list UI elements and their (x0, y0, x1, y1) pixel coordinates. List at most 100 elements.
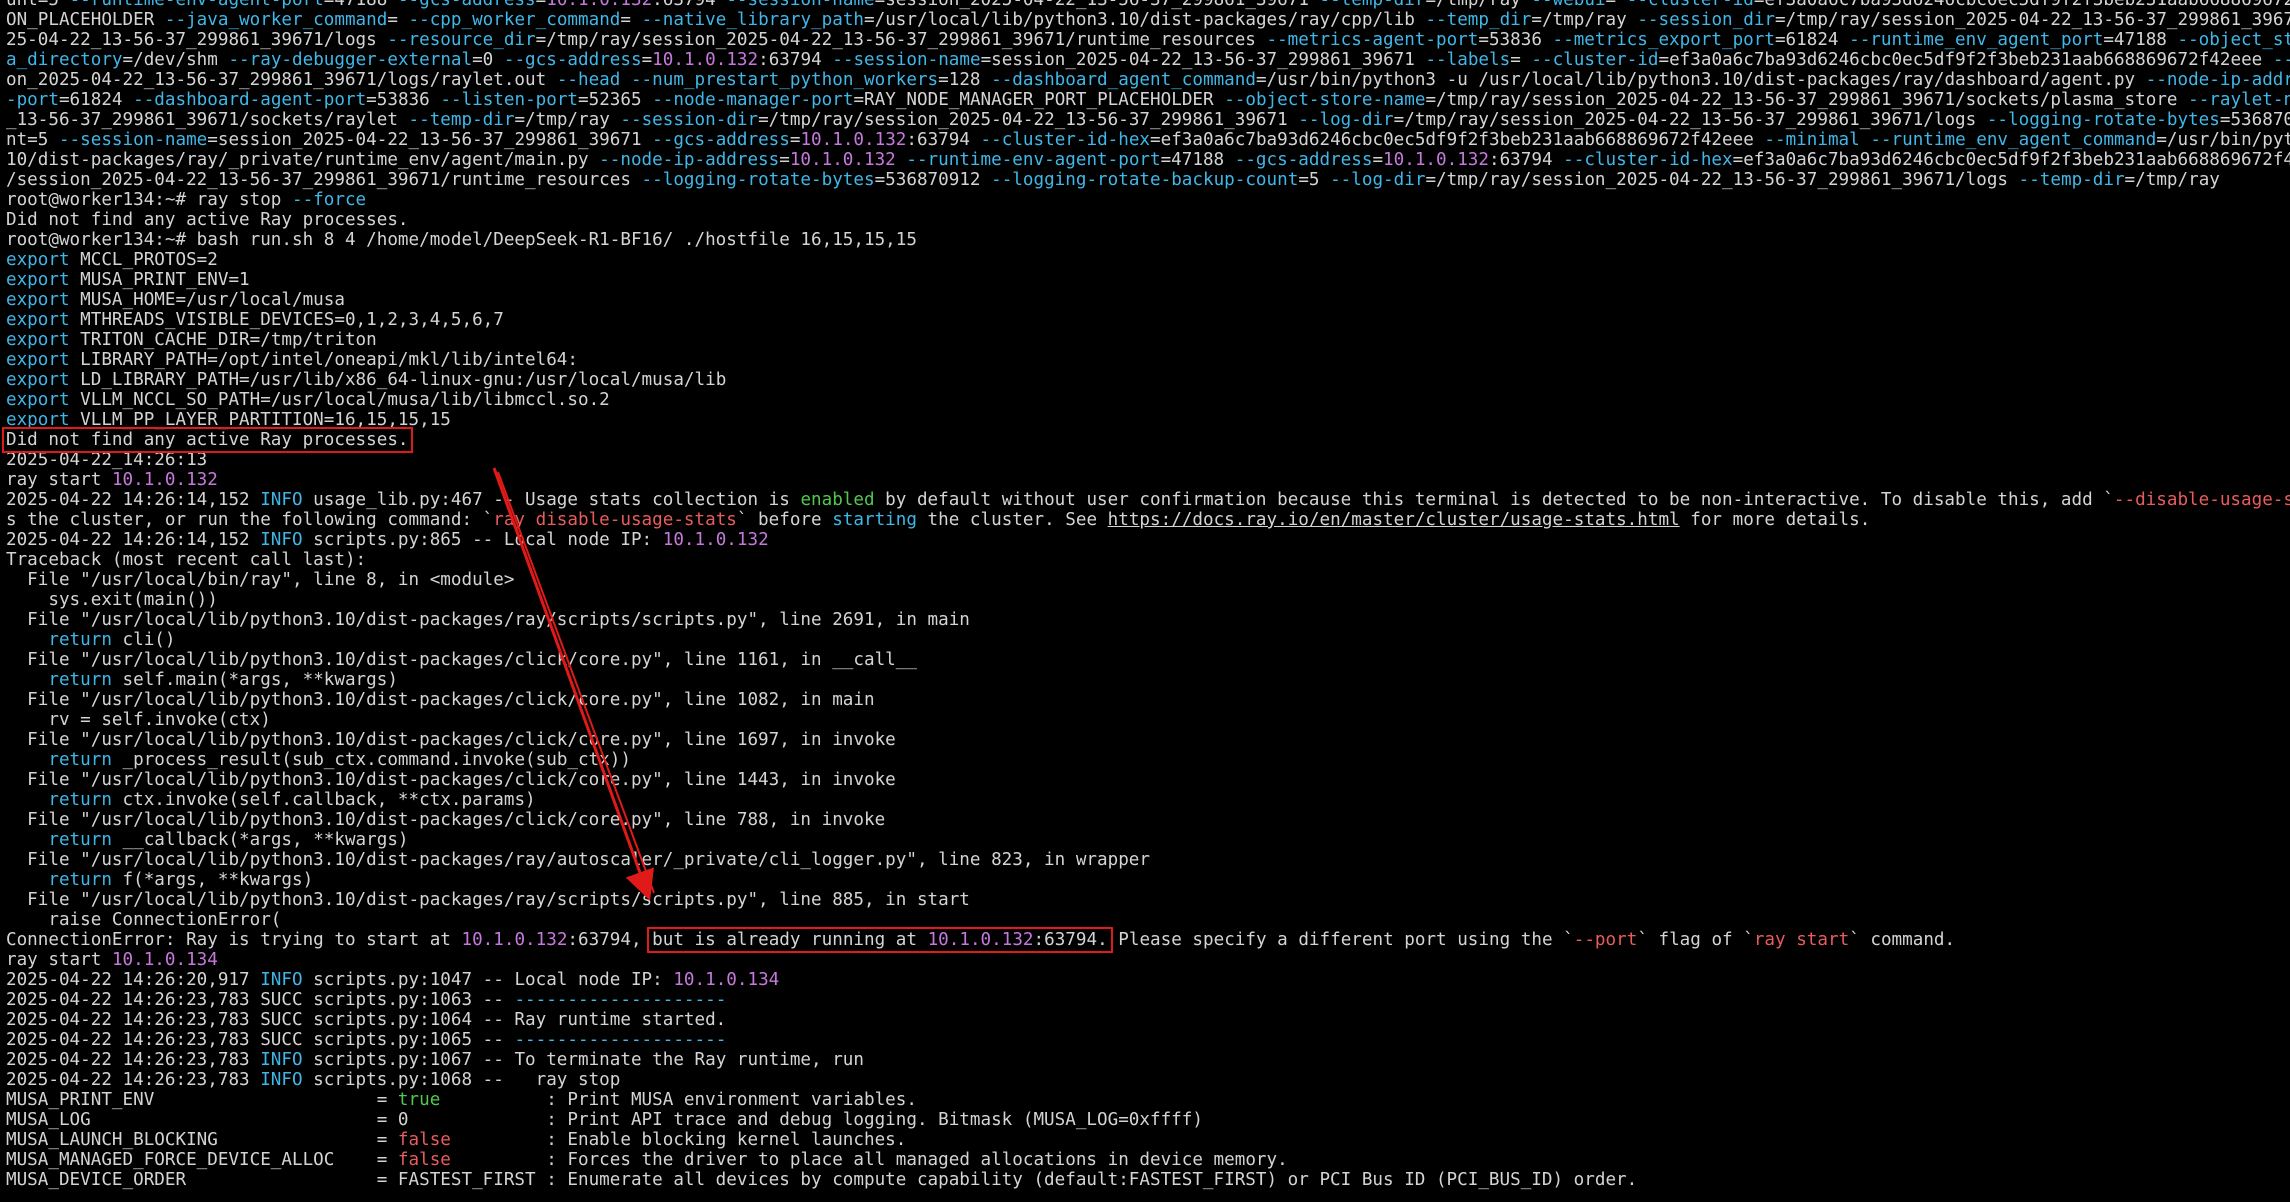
terminal-text: =ef3a0a6c7ba93d6246cbc0ec5df9f2f3beb231a… (1753, 0, 2290, 10)
terminal-window[interactable]: unt=5 --runtime-env-agent-port=47188 --g… (0, 0, 2290, 1202)
terminal-text: raise ConnectionError( (6, 910, 282, 930)
terminal-line: 2025-04-22 14:26:20,917 INFO scripts.py:… (6, 970, 2290, 990)
terminal-line: 2025-04-22 14:26:14,152 INFO usage_lib.p… (6, 490, 2290, 510)
terminal-text: =536870912 (874, 170, 992, 190)
terminal-line: export TRITON_CACHE_DIR=/tmp/triton (6, 330, 2290, 350)
terminal-text: export (6, 370, 70, 390)
terminal-text: export (6, 290, 70, 310)
terminal-text: for more details. (1679, 510, 1871, 530)
terminal-text: --port (1573, 930, 1638, 950)
terminal-text: starting (832, 510, 917, 530)
terminal-text: return (6, 870, 112, 890)
terminal-text: scripts.py:1067 -- To terminate the Ray … (302, 1050, 864, 1070)
terminal-text: ON_PLACEHOLDER (6, 10, 165, 30)
terminal-text: MUSA_LAUNCH_BLOCKING = (6, 1130, 398, 1150)
terminal-line: nt=5 --session-name=session_2025-04-22_1… (6, 130, 2290, 150)
terminal-text: --runtime-env-agent-port (906, 150, 1161, 170)
terminal-text: 10.1.0.132 (800, 130, 907, 150)
terminal-text: INFO (260, 970, 303, 990)
terminal-text: :63794 (758, 50, 833, 70)
terminal-text: :63794 (652, 0, 727, 10)
terminal-text: 2025-04-22 14:26:23,783 (6, 1070, 261, 1090)
terminal-text: --cpp_worker_command (408, 10, 621, 30)
terminal-line: MUSA_PRINT_ENV = true : Print MUSA envir… (6, 1090, 2290, 1110)
terminal-text: =5 (1298, 170, 1331, 190)
terminal-text: export (6, 270, 70, 290)
terminal-line: File "/usr/local/lib/python3.10/dist-pac… (6, 690, 2290, 710)
terminal-text: =/tmp/ray/session_2025-04-22_13-56-37_29… (1425, 90, 2189, 110)
terminal-text: --logging-rotate-bytes (641, 170, 875, 190)
terminal-text: return (6, 830, 112, 850)
terminal-text: : Forces the driver to place all managed… (450, 1150, 1288, 1170)
terminal-text: =47188 (1160, 150, 1235, 170)
terminal-text: but is already running at (652, 930, 928, 950)
terminal-text: =/usr/bin/python3 -u /usr/ (2156, 130, 2290, 150)
terminal-line: return self.main(*args, **kwargs) (6, 670, 2290, 690)
terminal-line: root@worker134:~# bash run.sh 8 4 /home/… (6, 230, 2290, 250)
terminal-text: a_directory (6, 50, 123, 70)
terminal-text: =53836 (366, 90, 441, 110)
terminal-line: File "/usr/local/lib/python3.10/dist-pac… (6, 730, 2290, 750)
terminal-text: =/usr/bin/python3 -u /usr/local/lib/pyth… (1255, 70, 2146, 90)
terminal-text: =47188 (2103, 30, 2178, 50)
terminal-text: MUSA_PRINT_ENV=1 (69, 270, 250, 290)
terminal-text: MTHREADS_VISIBLE_DEVICES=0,1,2,3,4,5,6,7 (69, 310, 504, 330)
terminal-link[interactable]: https://docs.ray.io/en/master/cluster/us… (1108, 510, 1680, 530)
terminal-line: export VLLM_PP_LAYER_PARTITION=16,15,15,… (6, 410, 2290, 430)
terminal-text: MUSA_PRINT_ENV = (6, 1090, 398, 1110)
terminal-text: --ray-debugger-external (228, 50, 473, 70)
terminal-text: --log-dir (1330, 170, 1426, 190)
terminal-text: --runtime_env_agent_port (1849, 30, 2104, 50)
terminal-line: export MTHREADS_VISIBLE_DEVICES=0,1,2,3,… (6, 310, 2290, 330)
terminal-text: :63794. (1033, 930, 1108, 950)
terminal-line: export MUSA_HOME=/usr/local/musa (6, 290, 2290, 310)
terminal-line: File "/usr/local/lib/python3.10/dist-pac… (6, 650, 2290, 670)
terminal-text: 2025-04-22 14:26:23,783 SUCC scripts.py:… (6, 1010, 727, 1030)
terminal-text: INFO (260, 1050, 303, 1070)
terminal-line: File "/usr/local/lib/python3.10/dist-pac… (6, 810, 2290, 830)
terminal-text: --ray_log_filep (2272, 50, 2290, 70)
terminal-text: --cluster-id-hex (980, 130, 1151, 150)
terminal-line: Did not find any active Ray processes. (6, 430, 2290, 450)
terminal-line: return _process_result(sub_ctx.command.i… (6, 750, 2290, 770)
terminal-text: export (6, 350, 70, 370)
terminal-text: 25-04-22_13-56-37_299861_39671/logs (6, 30, 388, 50)
terminal-text: Traceback (most recent call last): (6, 550, 367, 570)
terminal-text: 10.1.0.132 (927, 930, 1034, 950)
terminal-line: export MUSA_PRINT_ENV=1 (6, 270, 2290, 290)
terminal-line: 2025-04-22 14:26:23,783 INFO scripts.py:… (6, 1070, 2290, 1090)
terminal-text: return (6, 630, 112, 650)
terminal-text: --cluster-id-hex (1563, 150, 1733, 170)
terminal-line: _13-56-37_299861_39671/sockets/raylet --… (6, 110, 2290, 130)
terminal-line: return cli() (6, 630, 2290, 650)
terminal-text: : Print MUSA environment variables. (440, 1090, 917, 1110)
terminal-text: --native_library_path (641, 10, 865, 30)
terminal-text: =0 (472, 50, 504, 70)
terminal-text: 10.1.0.132 (662, 530, 769, 550)
terminal-text: false (397, 1150, 451, 1170)
terminal-text: --runtime_env_agent_command (1870, 130, 2157, 150)
terminal-line: 2025-04-22 14:26:23,783 SUCC scripts.py:… (6, 1030, 2290, 1050)
terminal-text: return (6, 670, 112, 690)
terminal-text: 2025-04-22 14:26:14,152 (6, 530, 261, 550)
terminal-text: 2025-04-22 14:26:23,783 (6, 1050, 261, 1070)
terminal-text: INFO (260, 530, 303, 550)
terminal-text: =ef3a0a6c7ba93d6246cbc0ec5df9f2f3beb231a… (1658, 50, 2273, 70)
terminal-text: 10.1.0.132 (546, 0, 653, 10)
terminal-text: File "/usr/local/lib/python3.10/dist-pac… (6, 610, 970, 630)
terminal-text: scripts.py:1068 -- ray stop (302, 1070, 621, 1090)
terminal-text: MUSA_MANAGED_FORCE_DEVICE_ALLOC = (6, 1150, 398, 1170)
terminal-line: 25-04-22_13-56-37_299861_39671/logs --re… (6, 30, 2290, 50)
terminal-line: export LD_LIBRARY_PATH=/usr/lib/x86_64-l… (6, 370, 2290, 390)
terminal-text: ray disable-usage-stats (493, 510, 737, 530)
terminal-text: = (620, 10, 642, 30)
terminal-text: =/tmp/ray (1425, 0, 1532, 10)
terminal-text: --session-dir (620, 110, 759, 130)
terminal-text: Please specify a different port using th… (1107, 930, 1574, 950)
terminal-text: --disable-usage-stats (2113, 490, 2290, 510)
terminal-text: =/tmp/ray/session_2025-04-22_13-56-37_29… (1425, 170, 2019, 190)
terminal-line: File "/usr/local/lib/python3.10/dist-pac… (6, 890, 2290, 910)
terminal-line: 10/dist-packages/ray/_private/runtime_en… (6, 150, 2290, 170)
terminal-text: 10.1.0.134 (111, 950, 218, 970)
terminal-text: --logging-rotate-backup-count (991, 170, 1299, 190)
